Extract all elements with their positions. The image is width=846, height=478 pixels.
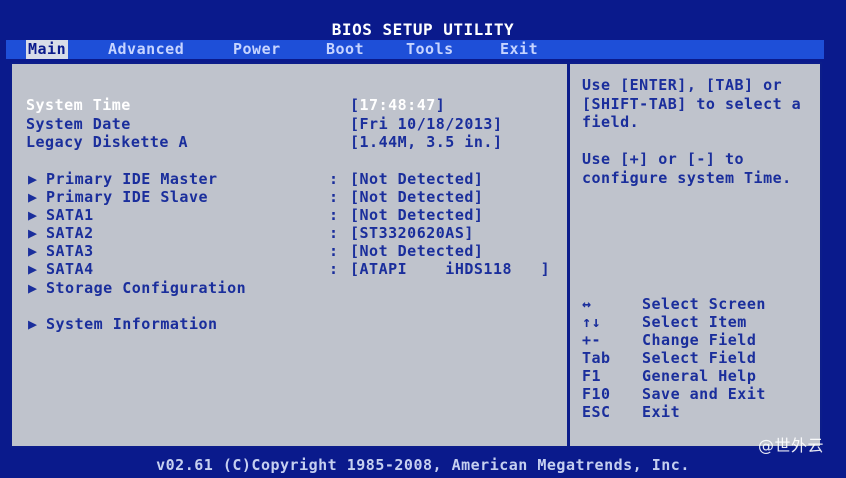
triangle-right-icon: ▶	[28, 315, 38, 333]
key-desc-select-field: Select Field	[642, 349, 757, 367]
key-f10: F10	[582, 385, 611, 403]
menu-bar: Main Advanced Power Boot Tools Exit	[6, 40, 824, 59]
tab-exit[interactable]: Exit	[498, 40, 540, 59]
key-tab: Tab	[582, 349, 611, 367]
main-panel: System Time [17:48:47] System Date [Fri …	[10, 62, 822, 448]
system-date-value[interactable]: [Fri 10/18/2013]	[350, 115, 503, 133]
tab-main[interactable]: Main	[26, 40, 69, 59]
triangle-right-icon: ▶	[28, 170, 38, 188]
settings-list: System Time [17:48:47] System Date [Fri …	[26, 96, 551, 333]
device-row-sata2[interactable]: ▶ SATA2	[28, 224, 94, 242]
device-value: [ATAPI iHDS118 ]	[350, 260, 551, 278]
device-row-sata3[interactable]: ▶ SATA3	[28, 242, 94, 260]
device-value: [Not Detected]	[350, 188, 484, 206]
key-plus-minus: +-	[582, 331, 602, 349]
system-time-value[interactable]: [17:48:47]	[350, 96, 445, 114]
device-row-sata1[interactable]: ▶ SATA1	[28, 206, 94, 224]
device-row-sata4[interactable]: ▶ SATA4	[28, 260, 94, 278]
key-desc-change-field: Change Field	[642, 331, 757, 349]
help-text-configure: Use [+] or [-] to configure system Time.	[582, 150, 792, 187]
tab-power[interactable]: Power	[231, 40, 283, 59]
left-right-arrow-icon: ↔	[582, 295, 592, 313]
tab-advanced[interactable]: Advanced	[106, 40, 186, 59]
help-text-navigation: Use [ENTER], [TAB] or [SHIFT-TAB] to sel…	[582, 76, 802, 131]
bios-title: BIOS SETUP UTILITY	[331, 20, 515, 39]
key-esc: ESC	[582, 403, 611, 421]
copyright-footer: v02.61 (C)Copyright 1985-2008, American …	[156, 456, 690, 474]
key-desc-select-screen: Select Screen	[642, 295, 766, 313]
device-value: [Not Detected]	[350, 206, 484, 224]
key-desc-general-help: General Help	[642, 367, 757, 385]
help-panel: Use [ENTER], [TAB] or [SHIFT-TAB] to sel…	[570, 64, 820, 446]
bios-screen: BIOS SETUP UTILITY Main Advanced Power B…	[0, 0, 846, 475]
triangle-right-icon: ▶	[28, 188, 38, 206]
up-down-arrow-icon: ↑↓	[582, 313, 602, 331]
triangle-right-icon: ▶	[28, 279, 38, 297]
triangle-right-icon: ▶	[28, 206, 38, 224]
device-row-primary-ide-master[interactable]: ▶ Primary IDE Master	[28, 170, 218, 188]
tab-tools[interactable]: Tools	[404, 40, 456, 59]
device-value: [Not Detected]	[350, 170, 484, 188]
submenu-storage-configuration[interactable]: ▶ Storage Configuration	[28, 279, 246, 297]
device-value: [Not Detected]	[350, 242, 484, 260]
key-desc-select-item: Select Item	[642, 313, 747, 331]
system-date-label[interactable]: System Date	[26, 115, 131, 133]
system-time-label[interactable]: System Time	[26, 96, 131, 114]
triangle-right-icon: ▶	[28, 260, 38, 278]
device-row-primary-ide-slave[interactable]: ▶ Primary IDE Slave	[28, 188, 208, 206]
device-value: [ST3320620AS]	[350, 224, 474, 242]
key-desc-exit: Exit	[642, 403, 681, 421]
triangle-right-icon: ▶	[28, 224, 38, 242]
triangle-right-icon: ▶	[28, 242, 38, 260]
tab-boot[interactable]: Boot	[324, 40, 366, 59]
submenu-system-information[interactable]: ▶ System Information	[28, 315, 218, 333]
key-f1: F1	[582, 367, 602, 385]
key-desc-save-exit: Save and Exit	[642, 385, 766, 403]
legacy-diskette-value[interactable]: [1.44M, 3.5 in.]	[350, 133, 503, 151]
legacy-diskette-label[interactable]: Legacy Diskette A	[26, 133, 188, 151]
